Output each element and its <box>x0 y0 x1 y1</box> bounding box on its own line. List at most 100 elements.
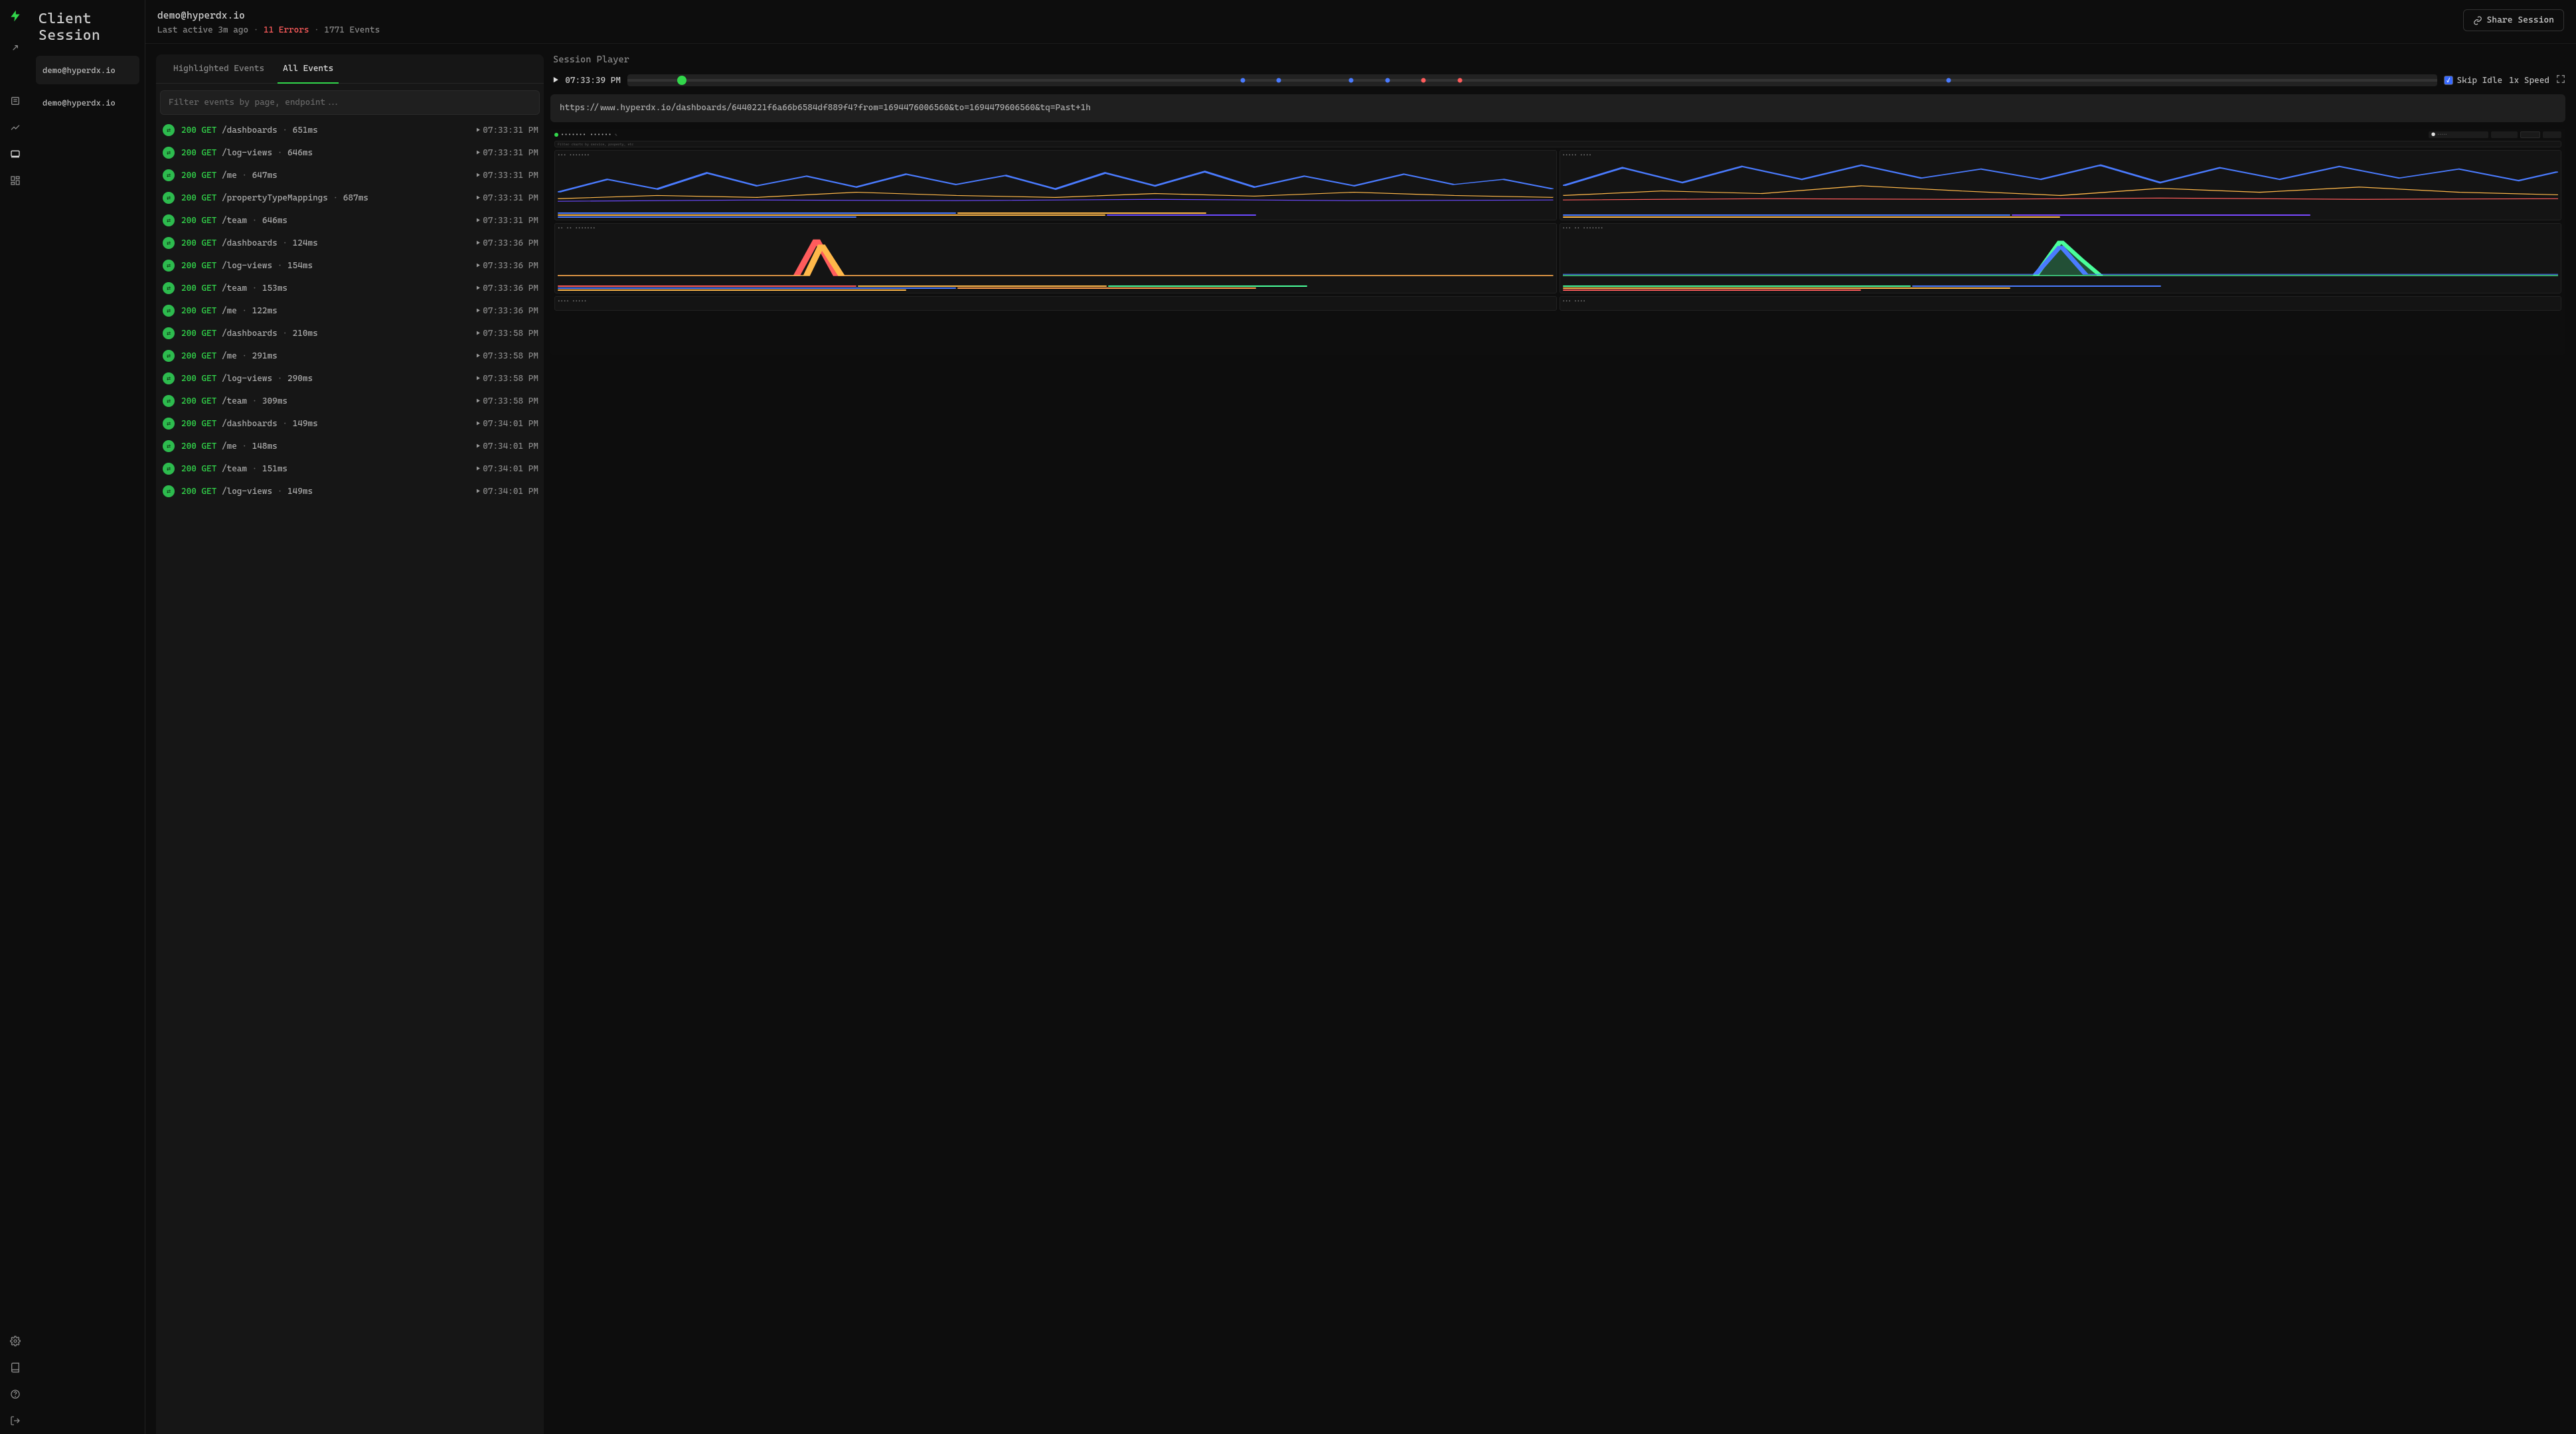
nav-sessions-icon[interactable] <box>0 141 31 167</box>
timeline-marker[interactable] <box>1349 78 1354 83</box>
settings-icon[interactable] <box>0 1328 31 1354</box>
event-time: ▶ 07:33:31 PM <box>476 148 538 158</box>
event-time: ▶ 07:33:36 PM <box>476 261 538 271</box>
event-row[interactable]: 200 GET /team · 151ms▶ 07:34:01 PM <box>160 457 541 480</box>
session-replay-viewport[interactable]: ••••••• •••••• ✎ ⚪ ••••• Filter charts b… <box>550 129 2565 355</box>
docs-icon[interactable] <box>0 1354 31 1381</box>
event-text: 200 GET /log-views · 290ms <box>181 374 469 384</box>
fullscreen-icon[interactable] <box>2556 74 2565 86</box>
tab-all-events[interactable]: All Events <box>274 54 343 83</box>
http-icon <box>163 169 175 181</box>
replay-title: ••••••• •••••• <box>561 132 612 137</box>
timeline-marker[interactable] <box>1385 78 1390 83</box>
event-row[interactable]: 200 GET /dashboards · 124ms▶ 07:33:36 PM <box>160 232 541 254</box>
http-icon <box>163 282 175 294</box>
timeline-marker[interactable] <box>1277 78 1281 83</box>
http-icon <box>163 124 175 136</box>
http-icon <box>163 260 175 272</box>
http-icon <box>163 485 175 497</box>
session-meta: Last active 3m ago · 11 Errors · 1771 Ev… <box>157 25 2463 35</box>
timeline-marker[interactable] <box>1457 78 1462 83</box>
speed-selector[interactable]: 1x Speed <box>2509 76 2549 86</box>
http-icon <box>163 418 175 430</box>
nav-logs-icon[interactable] <box>0 88 31 114</box>
play-button[interactable]: ▶ <box>553 75 558 86</box>
event-row[interactable]: 200 GET /dashboards · 210ms▶ 07:33:58 PM <box>160 322 541 345</box>
event-row[interactable]: 200 GET /me · 291ms▶ 07:33:58 PM <box>160 345 541 367</box>
event-row[interactable]: 200 GET /team · 646ms ▶ 07:33:31 PM <box>160 209 541 232</box>
event-time: ▶ 07:33:58 PM <box>476 396 538 406</box>
event-time: ▶ 07:34:01 PM <box>476 441 538 451</box>
session-list-panel: Client Session demo@hyperdx.io demo@hyper… <box>31 0 145 1434</box>
event-text: 200 GET /team · 153ms <box>181 283 469 293</box>
http-icon <box>163 237 175 249</box>
event-row[interactable]: 200 GET /dashboards · 651ms▶ 07:33:31 PM <box>160 119 541 141</box>
nav-dashboards-icon[interactable] <box>0 167 31 194</box>
player-column: Session Player ▶ 07:33:39 PM ✓ Skip Idle… <box>548 44 2576 1434</box>
event-row[interactable]: 200 GET /me · 122ms▶ 07:33:36 PM <box>160 299 541 322</box>
session-item[interactable]: demo@hyperdx.io <box>36 88 139 117</box>
session-user: demo@hyperdx.io <box>157 9 2463 21</box>
http-icon <box>163 327 175 339</box>
page-title: Client Session <box>31 0 145 52</box>
tabs: Highlighted Events All Events <box>156 54 544 84</box>
timeline-marker[interactable] <box>1946 78 1951 83</box>
event-time: ▶ 07:34:01 PM <box>476 464 538 474</box>
event-row[interactable]: 200 GET /me · 647ms ▶ 07:33:31 PM <box>160 164 541 187</box>
logo[interactable] <box>9 9 22 23</box>
event-row[interactable]: 200 GET /log-views · 646ms▶ 07:33:31 PM <box>160 141 541 164</box>
event-row[interactable]: 200 GET /team · 309ms ▶ 07:33:58 PM <box>160 390 541 412</box>
app-sidebar <box>0 0 31 1434</box>
nav-chart-icon[interactable] <box>0 114 31 141</box>
header: demo@hyperdx.io Last active 3m ago · 11 … <box>145 0 2576 44</box>
event-text: 200 GET /dashboards · 149ms <box>181 419 469 429</box>
event-row[interactable]: 200 GET /dashboards · 149ms ▶ 07:34:01 PM <box>160 412 541 435</box>
skip-idle-toggle[interactable]: ✓ Skip Idle <box>2444 76 2503 86</box>
timeline-marker[interactable] <box>1421 78 1426 83</box>
timeline[interactable] <box>627 74 2437 86</box>
replay-search: ⚪ ••••• <box>2429 131 2488 138</box>
event-text: 200 GET /dashboards · 210ms <box>181 329 469 339</box>
event-text: 200 GET /log-views · 154ms <box>181 261 469 271</box>
event-row[interactable]: 200 GET /propertyTypeMappings · 687ms▶ 0… <box>160 187 541 209</box>
mini-chart: ••• •• ••••••• <box>1560 223 2562 293</box>
event-row[interactable]: 200 GET /log-views · 154ms ▶ 07:33:36 PM <box>160 254 541 277</box>
replay-btn <box>2520 131 2540 138</box>
event-text: 200 GET /team · 309ms <box>181 396 469 406</box>
status-dot-icon <box>554 133 558 137</box>
tab-highlighted[interactable]: Highlighted Events <box>164 54 274 83</box>
event-row[interactable]: 200 GET /team · 153ms▶ 07:33:36 PM <box>160 277 541 299</box>
http-icon <box>163 214 175 226</box>
event-text: 200 GET /me · 291ms <box>181 351 469 361</box>
event-row[interactable]: 200 GET /log-views · 149ms ▶ 07:34:01 PM <box>160 480 541 503</box>
expand-icon[interactable] <box>0 35 31 61</box>
playhead[interactable] <box>677 76 686 85</box>
event-time: ▶ 07:33:31 PM <box>476 171 538 181</box>
event-text: 200 GET /dashboards · 651ms <box>181 125 469 135</box>
event-time: ▶ 07:34:01 PM <box>476 487 538 497</box>
current-url: https://www.hyperdx.io/dashboards/644022… <box>550 94 2565 122</box>
timeline-marker[interactable] <box>1240 78 1245 83</box>
event-time: ▶ 07:34:01 PM <box>476 419 538 429</box>
event-text: 200 GET /log-views · 149ms <box>181 487 469 497</box>
event-time: ▶ 07:33:31 PM <box>476 216 538 226</box>
help-icon[interactable] <box>0 1381 31 1407</box>
event-text: 200 GET /team · 646ms <box>181 216 469 226</box>
http-icon <box>163 395 175 407</box>
main-area: demo@hyperdx.io Last active 3m ago · 11 … <box>145 0 2576 1434</box>
session-item[interactable]: demo@hyperdx.io <box>36 56 139 84</box>
event-list[interactable]: 200 GET /dashboards · 651ms▶ 07:33:31 PM… <box>156 119 544 1434</box>
filter-input[interactable] <box>160 90 540 115</box>
event-text: 200 GET /me · 122ms <box>181 306 469 316</box>
event-text: 200 GET /propertyTypeMappings · 687ms <box>181 193 469 203</box>
http-icon <box>163 350 175 362</box>
mini-chart: ••• •••• <box>1560 296 2562 311</box>
logout-icon[interactable] <box>0 1407 31 1434</box>
event-row[interactable]: 200 GET /log-views · 290ms▶ 07:33:58 PM <box>160 367 541 390</box>
http-icon <box>163 147 175 159</box>
player-controls: ▶ 07:33:39 PM ✓ Skip Idle 1x Speed <box>550 74 2565 86</box>
share-button[interactable]: Share Session <box>2463 9 2564 31</box>
event-row[interactable]: 200 GET /me · 148ms▶ 07:34:01 PM <box>160 435 541 457</box>
event-text: 200 GET /me · 647ms <box>181 171 469 181</box>
http-icon <box>163 463 175 475</box>
